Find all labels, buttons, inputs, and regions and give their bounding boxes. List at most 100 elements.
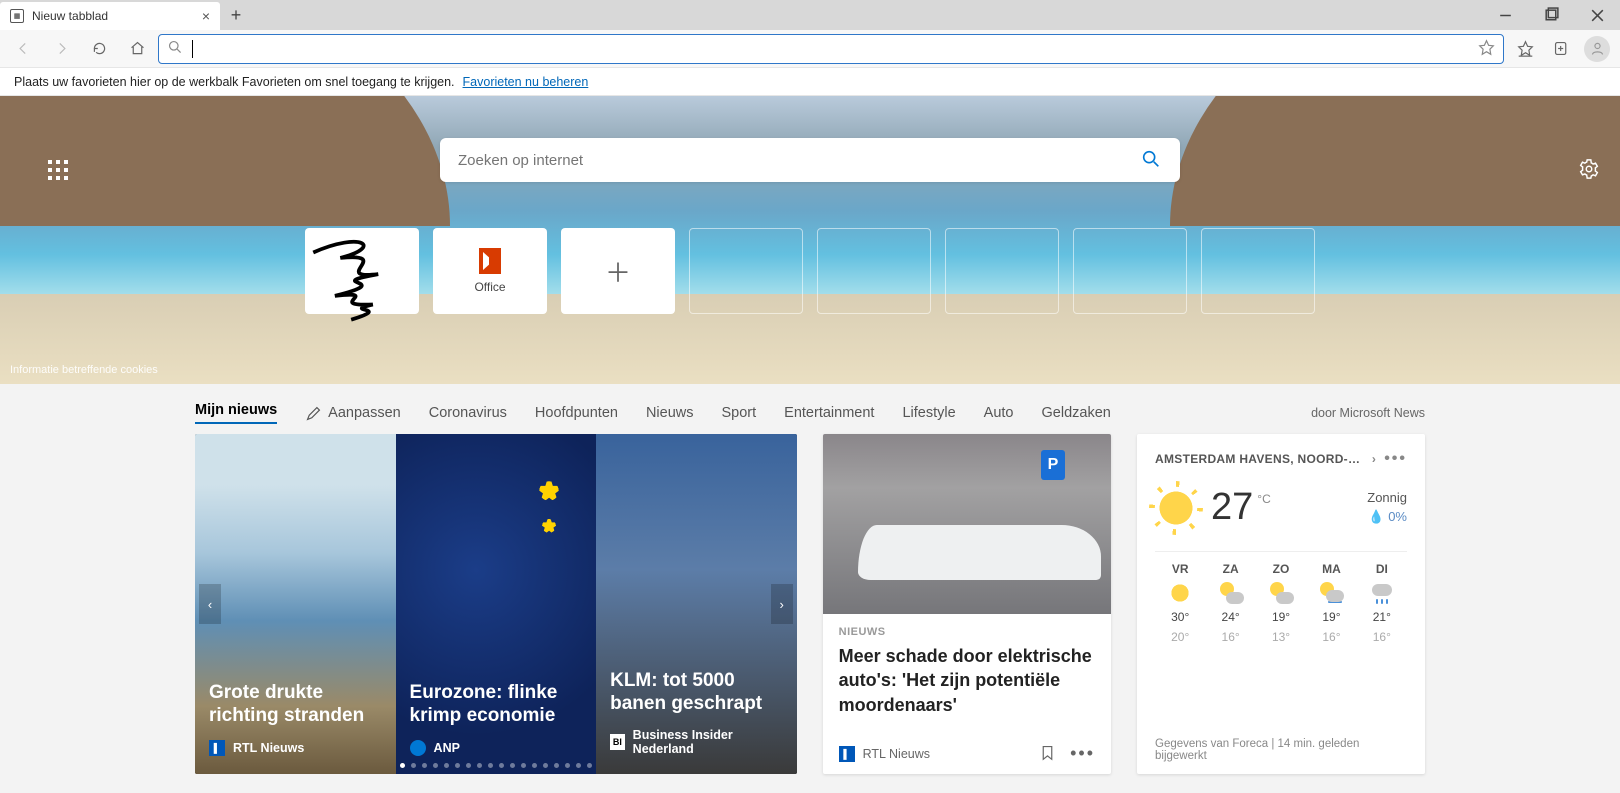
nav-entertainment[interactable]: Entertainment (784, 405, 874, 421)
partly-cloudy-icon (1220, 582, 1242, 604)
window-maximize-button[interactable] (1528, 0, 1574, 30)
carousel-item[interactable]: Eurozone: flinke krimp economie ANP (396, 434, 597, 774)
cloud-rain-icon (1371, 582, 1393, 604)
nav-nieuws[interactable]: Nieuws (646, 405, 694, 421)
carousel-item-source: Business Insider Nederland (633, 728, 783, 756)
weather-location: AMSTERDAM HAVENS, NOORD-H… (1155, 452, 1364, 466)
forecast-day[interactable]: VR30°20° (1155, 562, 1205, 644)
weather-forecast: VR30°20° ZA24°16° ZO19°13° MA19°16° DI21… (1155, 551, 1407, 644)
news-carousel[interactable]: Gesprek van de dag ‹ › Grote drukte rich… (195, 434, 797, 774)
forecast-day[interactable]: ZO19°13° (1256, 562, 1306, 644)
hero-background: Office ＋ Informatie betreffende cookies (0, 96, 1620, 384)
weather-card[interactable]: AMSTERDAM HAVENS, NOORD-H… › ••• 27 °C Z… (1137, 434, 1425, 774)
favorites-hint-text: Plaats uw favorieten hier op de werkbalk… (14, 75, 455, 89)
carousel-prev-button[interactable]: ‹ (199, 584, 221, 624)
forecast-day[interactable]: DI21°16° (1357, 562, 1407, 644)
nav-hoofdpunten[interactable]: Hoofdpunten (535, 405, 618, 421)
weather-temperature: 27 (1211, 486, 1253, 529)
manage-favorites-link[interactable]: Favorieten nu beheren (463, 75, 589, 89)
quick-tiles: Office ＋ (305, 228, 1315, 314)
carousel-item[interactable]: KLM: tot 5000 banen geschrapt BIBusiness… (596, 434, 797, 774)
news-card-category: NIEUWS (839, 626, 1095, 638)
new-tab-button[interactable]: + (220, 0, 252, 30)
nav-mijn-nieuws[interactable]: Mijn nieuws (195, 402, 277, 424)
carousel-item-source: RTL Nieuws (233, 741, 304, 755)
plus-icon: ＋ (605, 253, 631, 290)
quick-tile-empty[interactable] (689, 228, 803, 314)
favorites-button[interactable] (1508, 34, 1542, 64)
back-button (6, 34, 40, 64)
weather-condition: Zonnig (1367, 490, 1407, 505)
refresh-button[interactable] (82, 34, 116, 64)
search-icon (167, 39, 184, 59)
quick-tile-office[interactable]: Office (433, 228, 547, 314)
carousel-dots[interactable] (195, 763, 797, 768)
favorite-star-icon[interactable] (1478, 39, 1495, 59)
news-card-image (823, 434, 1111, 614)
nav-geldzaken[interactable]: Geldzaken (1042, 405, 1111, 421)
news-card-title: Meer schade door elektrische auto's: 'He… (839, 644, 1095, 717)
window-titlebar: ▦ Nieuw tabblad × + (0, 0, 1620, 30)
more-icon[interactable]: ••• (1070, 743, 1095, 764)
browser-tab[interactable]: ▦ Nieuw tabblad × (0, 2, 220, 30)
address-bar[interactable] (158, 34, 1504, 64)
text-cursor (192, 40, 193, 58)
pencil-icon (305, 405, 322, 422)
news-byline: door Microsoft News (1311, 406, 1425, 420)
carousel-item-source: ANP (434, 741, 460, 755)
carousel-item-title: KLM: tot 5000 banen geschrapt (610, 669, 783, 717)
nav-auto[interactable]: Auto (984, 405, 1014, 421)
profile-button[interactable] (1580, 34, 1614, 64)
nav-coronavirus[interactable]: Coronavirus (429, 405, 507, 421)
carousel-item[interactable]: Grote drukte richting stranden ▌ RTL Nieu… (195, 434, 396, 774)
quick-tile-add[interactable]: ＋ (561, 228, 675, 314)
source-icon: ▌ (209, 740, 225, 756)
quick-tile-label: Office (474, 280, 505, 294)
hero-search-box[interactable] (440, 138, 1180, 182)
window-close-button[interactable] (1574, 0, 1620, 30)
hero-search-input[interactable] (458, 152, 1140, 169)
forecast-day[interactable]: MA19°16° (1306, 562, 1356, 644)
collections-button[interactable] (1544, 34, 1578, 64)
partly-cloudy-icon (1270, 582, 1292, 604)
tab-close-icon[interactable]: × (202, 8, 210, 24)
more-icon[interactable]: ••• (1384, 450, 1407, 468)
window-minimize-button[interactable] (1482, 0, 1528, 30)
home-button[interactable] (120, 34, 154, 64)
weather-precipitation: 💧 0% (1367, 509, 1407, 525)
forecast-day[interactable]: ZA24°16° (1205, 562, 1255, 644)
cookie-info-link[interactable]: Informatie betreffende cookies (10, 364, 158, 376)
favorites-hint-bar: Plaats uw favorieten hier op de werkbalk… (0, 68, 1620, 96)
news-card[interactable]: NIEUWS Meer schade door elektrische auto… (823, 434, 1111, 774)
quick-tile-empty[interactable] (1073, 228, 1187, 314)
sun-icon (1155, 487, 1197, 529)
weather-unit: °C (1257, 492, 1270, 506)
tab-favicon: ▦ (10, 9, 24, 23)
source-icon (410, 740, 426, 756)
nav-aanpassen[interactable]: Aanpassen (305, 405, 401, 422)
tab-title: Nieuw tabblad (32, 9, 194, 23)
page-settings-icon[interactable] (1578, 158, 1600, 183)
quick-tile-empty[interactable] (817, 228, 931, 314)
avatar-icon (1584, 36, 1610, 62)
address-input[interactable] (201, 35, 1470, 63)
quick-tile-empty[interactable] (1201, 228, 1315, 314)
scribble-icon (297, 220, 427, 328)
news-nav: Mijn nieuws Aanpassen Coronavirus Hoofdp… (195, 396, 1425, 434)
forward-button (44, 34, 78, 64)
weather-footer: Gegevens van Foreca | 14 min. geleden bi… (1155, 726, 1407, 762)
nav-sport[interactable]: Sport (722, 405, 757, 421)
rain-icon (1320, 582, 1342, 604)
office-icon (479, 248, 501, 274)
app-launcher-icon[interactable] (46, 158, 70, 182)
bookmark-icon[interactable] (1039, 744, 1056, 764)
nav-lifestyle[interactable]: Lifestyle (902, 405, 955, 421)
carousel-next-button[interactable]: › (771, 584, 793, 624)
carousel-item-title: Grote drukte richting stranden (209, 681, 382, 729)
window-controls (1482, 0, 1620, 30)
browser-toolbar (0, 30, 1620, 68)
hero-search-icon[interactable] (1140, 148, 1162, 173)
chevron-right-icon[interactable]: › (1372, 452, 1376, 466)
quick-tile-empty[interactable] (945, 228, 1059, 314)
quick-tile-redacted[interactable] (305, 228, 419, 314)
